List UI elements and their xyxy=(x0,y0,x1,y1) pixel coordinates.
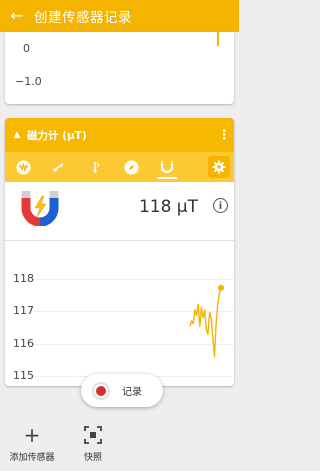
linear-accel-icon xyxy=(53,163,64,172)
y-tick-label: 0 xyxy=(23,42,30,55)
record-label: 记录 xyxy=(122,387,142,398)
sound-wave-icon xyxy=(15,159,31,175)
collapse-icon[interactable]: ▲ xyxy=(7,130,27,140)
tab-magnetometer[interactable] xyxy=(149,152,185,182)
page-title: 创建传感器记录 xyxy=(34,10,132,26)
add-sensor-label: 添加传感器 xyxy=(9,453,55,463)
sensor-name: 磁力计 (μT) xyxy=(27,129,87,142)
add-icon: + xyxy=(23,423,41,447)
arrow-back-icon[interactable]: ← xyxy=(0,0,34,32)
sensor-settings-button[interactable] xyxy=(208,156,230,178)
snapshot-icon xyxy=(84,426,102,444)
sensor-card-header[interactable]: ▲ 磁力计 (μT) ⋮ xyxy=(5,118,234,152)
divider xyxy=(5,240,234,241)
sensor-reading-row: 118 μT i xyxy=(5,182,234,232)
more-menu-icon[interactable]: ⋮ xyxy=(214,128,234,143)
add-sensor-button[interactable]: + 添加传感器 xyxy=(7,424,57,463)
reading-value: 118 μT xyxy=(138,197,198,217)
tab-sound[interactable] xyxy=(5,152,41,182)
app-bar: ← 创建传感器记录 xyxy=(0,0,239,32)
y-tick-label: −1.0 xyxy=(15,75,42,88)
snapshot-label: 快照 xyxy=(83,453,102,463)
snapshot-button[interactable]: 快照 xyxy=(68,424,118,463)
magnet-icon xyxy=(160,161,174,174)
record-icon xyxy=(92,381,110,400)
sensor-tab-bar xyxy=(5,152,234,182)
accelerometer-icon xyxy=(93,162,100,173)
magnetometer-card: ▲ 磁力计 (μT) ⋮ 118 μT i 118 117 116 115 xyxy=(5,118,234,386)
previous-sensor-card: 0 −1.0 xyxy=(5,32,234,104)
series-line xyxy=(189,287,222,358)
magnet-sensor-icon xyxy=(21,191,59,226)
gear-icon xyxy=(212,160,226,174)
record-button[interactable]: 记录 xyxy=(81,374,163,407)
latest-value-dot xyxy=(218,284,224,291)
compass-icon xyxy=(123,159,139,175)
tab-accelerometer[interactable] xyxy=(77,152,113,182)
chart-plot-area xyxy=(189,284,224,358)
info-icon[interactable]: i xyxy=(213,198,228,213)
tab-linear-accel[interactable] xyxy=(41,152,77,182)
previous-chart-line xyxy=(217,32,219,46)
tab-compass[interactable] xyxy=(113,152,149,182)
